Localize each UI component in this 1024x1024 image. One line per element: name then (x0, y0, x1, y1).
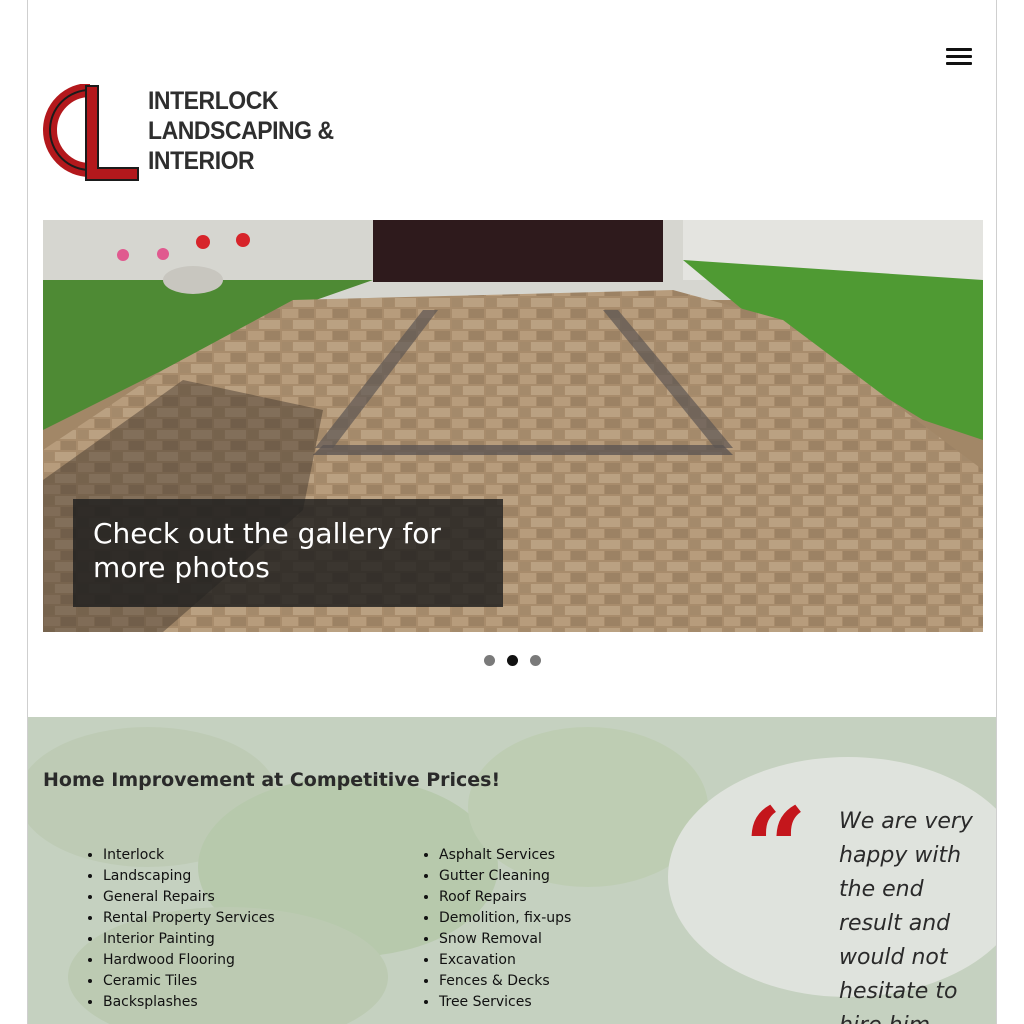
services-list-left: Interlock Landscaping General Repairs Re… (43, 845, 275, 1013)
service-item: Interlock (103, 845, 275, 866)
service-item: Demolition, fix-ups (439, 908, 571, 929)
service-item: Interior Painting (103, 929, 275, 950)
slide-caption: Check out the gallery for more photos (73, 499, 503, 607)
logo-line-1: INTERLOCK (148, 87, 279, 115)
service-item: Landscaping (103, 866, 275, 887)
services-heading: Home Improvement at Competitive Prices! (43, 769, 501, 791)
logo-cl-mark-icon (43, 84, 139, 181)
slide-dot-1[interactable] (484, 655, 495, 666)
service-item: Excavation (439, 950, 571, 971)
service-item: Roof Repairs (439, 887, 571, 908)
service-item: General Repairs (103, 887, 275, 908)
hamburger-menu-icon[interactable] (946, 48, 972, 68)
service-item: Rental Property Services (103, 908, 275, 929)
service-item: Ceramic Tiles (103, 971, 275, 992)
logo-line-2: LANDSCAPING & (148, 117, 334, 145)
service-item: Snow Removal (439, 929, 571, 950)
services-list-right: Asphalt Services Gutter Cleaning Roof Re… (379, 845, 571, 1013)
service-item: Tree Services (439, 992, 571, 1013)
service-item: Backsplashes (103, 992, 275, 1013)
service-item: Gutter Cleaning (439, 866, 571, 887)
service-item: Asphalt Services (439, 845, 571, 866)
page-frame: INTERLOCK LANDSCAPING & INTERIOR Check o… (27, 0, 997, 1024)
logo-line-3: INTERIOR (148, 147, 255, 175)
slide-dot-2[interactable] (507, 655, 518, 666)
slide-dot-3[interactable] (530, 655, 541, 666)
service-item: Fences & Decks (439, 971, 571, 992)
slider-pagination (484, 655, 553, 667)
service-item: Hardwood Flooring (103, 950, 275, 971)
logo-text: INTERLOCK LANDSCAPING & INTERIOR (148, 86, 334, 176)
testimonial-text: We are very happy with the end result an… (839, 809, 973, 1024)
hero-slider[interactable]: Check out the gallery for more photos (43, 220, 983, 632)
services-section: Home Improvement at Competitive Prices! … (28, 717, 996, 1024)
quote-mark-icon: “ (744, 783, 808, 912)
site-logo[interactable]: INTERLOCK LANDSCAPING & INTERIOR (42, 84, 342, 184)
